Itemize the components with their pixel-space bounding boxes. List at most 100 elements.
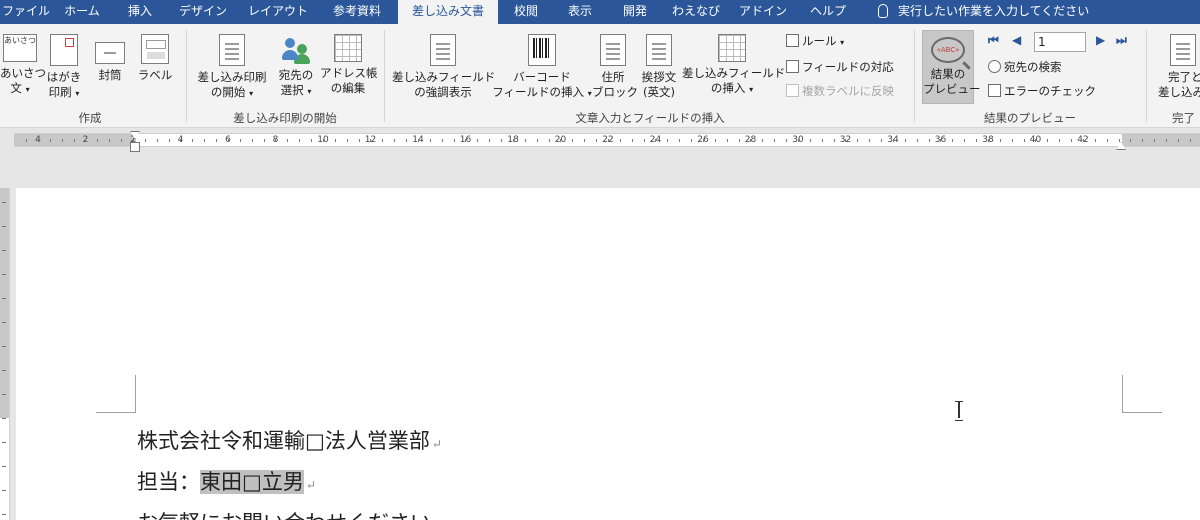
ruler-tick — [334, 139, 336, 142]
insert-merge-field-button[interactable]: 差し込みフィールド の挿入 ▾ — [682, 34, 785, 97]
ruler-tick — [192, 139, 194, 142]
greeting-label-1: あいさつ — [0, 66, 46, 80]
last-record-icon[interactable]: ⏭ — [1116, 33, 1127, 48]
tab-layout[interactable]: レイアウト — [241, 0, 315, 24]
tab-help[interactable]: ヘルプ — [800, 0, 856, 24]
ruler-tick — [263, 139, 265, 142]
ruler-tick — [251, 139, 253, 142]
envelopes-button[interactable]: 封筒 — [92, 34, 128, 83]
labels-button[interactable]: ラベル — [136, 34, 174, 83]
find-recipient-button[interactable]: 宛先の検索 — [988, 58, 1062, 76]
vertical-ruler-tick — [2, 202, 6, 203]
tab-view[interactable]: 表示 — [556, 0, 604, 24]
edit-recipient-list-button[interactable]: アドレス帳 の編集 — [320, 34, 378, 96]
greeting-line-button[interactable]: 挨拶文 (英文) — [636, 34, 682, 100]
ruler-tick — [726, 139, 728, 142]
ruler-tick — [1154, 139, 1156, 142]
rules-button[interactable]: ルール ▾ — [786, 32, 844, 52]
preview-results-icon: «ABC» — [931, 37, 965, 63]
ruler-tick — [940, 139, 942, 142]
insert-barcode-field-button[interactable]: バーコード フィールドの挿入 ▾ — [492, 34, 592, 101]
ruler-tick — [204, 139, 206, 142]
doc-line-company[interactable]: 株式会社令和運輸□法人営業部 ↵ — [137, 425, 442, 455]
preview-results-button[interactable]: «ABC» 結果の プレビュー — [922, 30, 981, 104]
tab-file[interactable]: ファイル — [0, 0, 52, 24]
merge-field-name[interactable]: 東田□立男 — [200, 470, 304, 494]
paragraph-mark: ↵ — [431, 437, 442, 451]
greeting-letter-button[interactable]: あいさつ あいさつ 文 ▾ — [0, 34, 46, 97]
ruler-tick — [892, 139, 894, 142]
record-number-input[interactable]: 1 — [1034, 32, 1086, 52]
ruler-tick — [607, 139, 609, 142]
postcard-print-button[interactable]: はがき 印刷 ▾ — [42, 34, 86, 101]
ruler-tick — [619, 139, 621, 142]
ruler-tick — [667, 139, 669, 142]
select-recipients-button[interactable]: 宛先の 選択 ▾ — [274, 34, 318, 99]
ruler-tick — [322, 139, 324, 142]
ruler-tick — [797, 139, 799, 142]
tab-insert[interactable]: 挿入 — [115, 0, 165, 24]
find-recipient-label: 宛先の検索 — [1004, 60, 1062, 74]
ruler-tick — [631, 139, 633, 142]
word-window: ファイル ホーム 挿入 デザイン レイアウト 参考資料 差し込み文書 校閲 表示… — [0, 0, 1200, 520]
ruler-tick — [987, 139, 989, 142]
check-errors-button[interactable]: エラーのチェック — [988, 82, 1096, 100]
tab-review[interactable]: 校閲 — [502, 0, 550, 24]
ruler-tick — [49, 139, 51, 142]
barcode-label-1: バーコード — [513, 70, 571, 84]
barcode-icon — [528, 34, 556, 66]
tab-design[interactable]: デザイン — [170, 0, 236, 24]
address-block-button[interactable]: 住所 ブロック — [592, 34, 638, 100]
tab-addins[interactable]: アドイン — [732, 0, 794, 24]
ruler-tick — [833, 139, 835, 142]
previous-record-icon[interactable]: ◀ — [1012, 33, 1021, 47]
tab-mailings[interactable]: 差し込み文書 — [398, 0, 498, 24]
group-label-preview: 結果のプレビュー — [984, 111, 1076, 125]
margin-corner-right — [1122, 375, 1162, 413]
tab-wordnavi[interactable]: わえなび — [666, 0, 726, 24]
address-block-label-1: 住所 — [601, 70, 625, 84]
ruler-tick — [786, 139, 787, 142]
ruler-tick — [702, 139, 704, 142]
envelope-icon — [95, 42, 125, 64]
doc-line-inquiry[interactable]: お気軽にお問い合わせください — [137, 507, 431, 520]
tab-references[interactable]: 参考資料 — [320, 0, 394, 24]
start-mail-merge-button[interactable]: 差し込み印刷 の開始 ▾ — [194, 34, 270, 101]
ruler-tick — [417, 139, 419, 142]
vertical-ruler[interactable] — [0, 188, 10, 520]
ruler-tick — [1071, 139, 1072, 142]
ruler-tick — [857, 139, 859, 142]
ruler-tick — [441, 139, 443, 142]
tell-me-box[interactable]: 実行したい作業を入力してください — [878, 0, 1098, 24]
left-indent-marker[interactable] — [130, 142, 140, 152]
ruler-tick — [1082, 139, 1084, 142]
tab-home[interactable]: ホーム — [54, 0, 110, 24]
rules-label: ルール — [802, 34, 837, 48]
merge-field-label-2: の挿入 — [710, 81, 746, 95]
match-fields-icon — [786, 60, 799, 73]
magnifier-icon — [988, 60, 1001, 73]
next-record-icon[interactable]: ▶ — [1096, 33, 1105, 47]
ruler-tick — [560, 139, 562, 142]
ruler-tick — [37, 139, 39, 142]
finish-merge-button[interactable]: 完了と 差し込み — [1154, 34, 1200, 100]
ruler-tick — [358, 139, 360, 142]
ruler-tick — [394, 139, 396, 142]
highlight-merge-fields-button[interactable]: 差し込みフィールド の強調表示 — [392, 34, 495, 100]
ruler-tick — [1047, 139, 1049, 142]
ruler-tick — [679, 139, 681, 142]
horizontal-ruler[interactable]: 4224681012141618202224262830323436384042 — [0, 128, 1200, 152]
ruler-tick — [1189, 139, 1191, 142]
tab-developer[interactable]: 開発 — [610, 0, 660, 24]
update-labels-button[interactable]: 複数ラベルに反映 — [786, 82, 894, 100]
labels-label: ラベル — [137, 68, 173, 82]
ruler-right-margin — [1122, 134, 1200, 146]
ruler-tick — [346, 139, 348, 142]
ruler-tick — [572, 139, 574, 142]
match-fields-button[interactable]: フィールドの対応 — [786, 58, 894, 76]
ruler-tick — [287, 139, 289, 142]
doc-line-contact[interactable]: 担当：東田□立男 ↵ — [137, 466, 316, 496]
first-record-icon[interactable]: ⏮ — [988, 33, 999, 48]
postcard-label-2: 印刷 — [48, 85, 72, 99]
ruler-tick — [999, 139, 1001, 142]
